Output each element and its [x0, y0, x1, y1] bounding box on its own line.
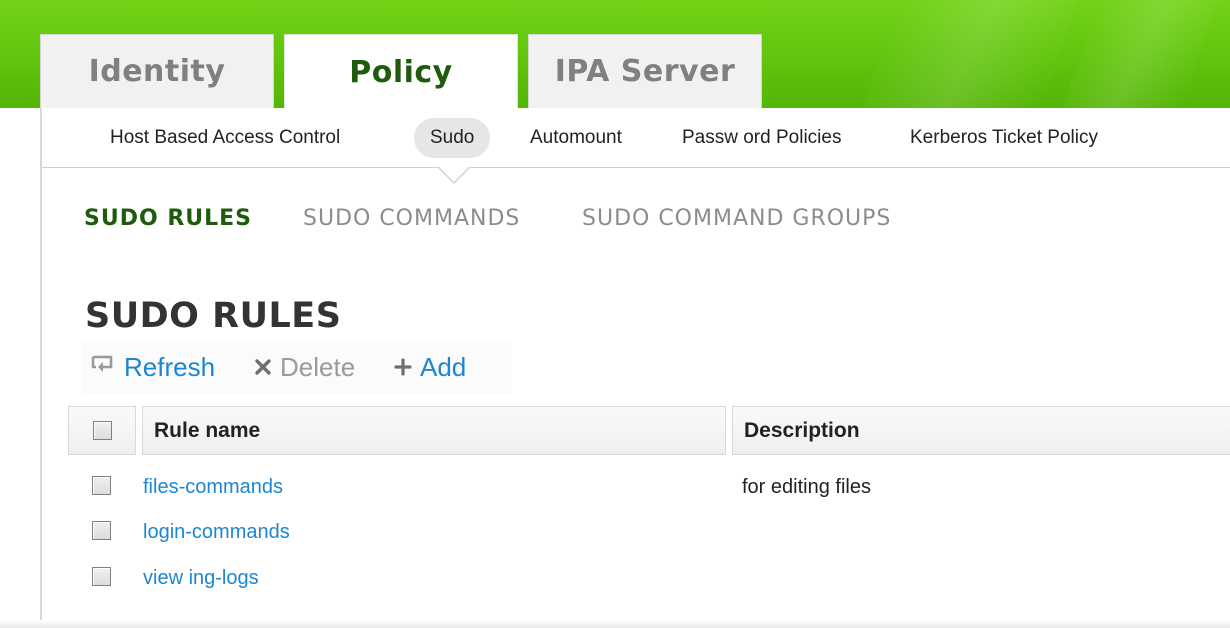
subnav-password-policies[interactable]: Passw ord Policies [682, 118, 841, 158]
refresh-label: Refresh [124, 352, 216, 382]
facet-sudo-commands[interactable]: SUDO COMMANDS [303, 206, 520, 231]
delete-button[interactable]: Delete [254, 352, 355, 383]
banner-decoration [1062, 0, 1218, 108]
column-header-description[interactable]: Description [732, 406, 1230, 455]
row-checkbox[interactable] [92, 567, 111, 586]
add-label: Add [420, 352, 467, 382]
active-subnav-pointer-fill [439, 167, 469, 182]
subnav-host-based-access-control[interactable]: Host Based Access Control [110, 118, 340, 158]
row-checkbox[interactable] [92, 476, 111, 495]
rule-link-viewing-logs[interactable]: view ing-logs [143, 567, 259, 590]
select-all-checkbox[interactable] [93, 421, 112, 440]
add-button[interactable]: Add [394, 352, 466, 383]
rule-description: for editing files [742, 476, 871, 498]
tab-identity[interactable]: Identity [40, 34, 274, 108]
delete-x-icon [254, 352, 272, 383]
refresh-button[interactable]: Refresh [90, 352, 215, 383]
facet-sudo-command-groups[interactable]: SUDO COMMAND GROUPS [582, 206, 891, 231]
page-title: SUDO RULES [85, 296, 342, 336]
window-bottom-edge [0, 620, 1230, 628]
rule-link-login-commands[interactable]: login-commands [143, 521, 290, 544]
delete-label: Delete [280, 352, 356, 382]
rule-link-files-commands[interactable]: files-commands [143, 476, 283, 499]
select-all-header [68, 406, 136, 455]
banner-decoration [862, 0, 1078, 108]
subnav-kerberos-ticket-policy[interactable]: Kerberos Ticket Policy [910, 118, 1098, 158]
content-panel: Host Based Access Control Sudo Automount… [40, 108, 1230, 628]
policy-sub-navigation: Host Based Access Control Sudo Automount… [42, 108, 1230, 168]
refresh-icon [90, 352, 116, 383]
action-toolbar: Refresh Delete Add [82, 340, 512, 394]
tab-policy[interactable]: Policy [284, 34, 518, 110]
app-frame: Identity Policy IPA Server Host Based Ac… [0, 0, 1230, 628]
plus-icon [394, 352, 412, 383]
column-header-rule-name[interactable]: Rule name [142, 406, 726, 455]
subnav-automount[interactable]: Automount [530, 118, 622, 158]
row-checkbox[interactable] [92, 521, 111, 540]
tab-ipa-server[interactable]: IPA Server [528, 34, 762, 108]
facet-sudo-rules[interactable]: SUDO RULES [84, 206, 252, 231]
subnav-sudo[interactable]: Sudo [414, 118, 491, 158]
